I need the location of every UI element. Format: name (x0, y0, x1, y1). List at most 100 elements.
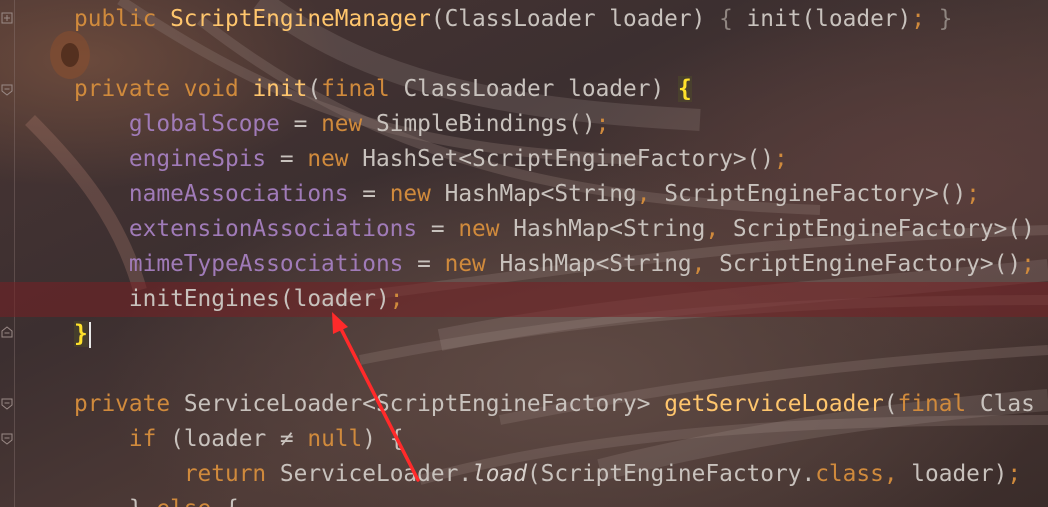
code-token: new (444, 251, 500, 277)
code-line-text: extensionAssociations = new HashMap<Stri… (74, 212, 1035, 247)
code-token: , (636, 181, 665, 207)
code-token: HashMap<String (499, 251, 692, 277)
code-token: new (458, 216, 514, 242)
code-token: else (156, 496, 225, 507)
code-line[interactable]: private void init(final ClassLoader load… (0, 72, 1048, 107)
code-token: { (677, 76, 692, 102)
code-token: HashSet<ScriptEngineFactory>() (362, 146, 774, 172)
code-token: = (417, 216, 459, 242)
code-line-text: globalScope = new SimpleBindings(); (74, 107, 609, 142)
code-line[interactable]: return ServiceLoader.load(ScriptEngineFa… (0, 457, 1048, 492)
code-token: new (389, 181, 445, 207)
code-token: extensionAssociations (128, 216, 418, 242)
code-token: Clas (979, 391, 1035, 417)
code-token: = (403, 251, 445, 277)
code-line[interactable]: } else { (0, 492, 1048, 507)
code-line-text: private ServiceLoader<ScriptEngineFactor… (74, 387, 1035, 422)
code-token: SimpleBindings() (375, 111, 596, 137)
code-token: ) { (362, 426, 404, 452)
code-line-text: public ScriptEngineManager(ClassLoader l… (74, 2, 952, 37)
code-line[interactable]: nameAssociations = new HashMap<String, S… (0, 177, 1048, 212)
code-token: ScriptEngineFactory>() (732, 216, 1035, 242)
code-token: , (691, 251, 720, 277)
code-token: ; (774, 146, 788, 172)
code-line[interactable] (0, 352, 1048, 387)
code-token: ; (1021, 251, 1035, 277)
code-token: final (897, 391, 980, 417)
code-token: (ScriptEngineFactory. (526, 461, 816, 487)
code-token: ; (389, 286, 404, 312)
code-line[interactable]: } (0, 317, 1048, 352)
code-token: if (128, 426, 171, 452)
code-token: return (183, 461, 280, 487)
highlighted-code-line[interactable]: initEngines(loader); (0, 282, 1048, 317)
code-token: mimeTypeAssociations (128, 251, 404, 277)
code-line-text: if (loader ≠ null) { (74, 422, 404, 457)
code-line[interactable]: if (loader ≠ null) { (0, 422, 1048, 457)
code-token: HashMap<String (513, 216, 706, 242)
code-line-text: private void init(final ClassLoader load… (74, 72, 692, 107)
code-token: HashMap<String (444, 181, 637, 207)
code-token: ScriptEngineManager (170, 6, 431, 32)
code-token: = (279, 111, 322, 137)
code-token: ScriptEngineFactory>() (719, 251, 1022, 277)
code-token: ; (595, 111, 610, 137)
code-line[interactable]: globalScope = new SimpleBindings(); (0, 107, 1048, 142)
code-token: loader) (911, 461, 1008, 487)
code-token: } (938, 6, 953, 32)
code-line[interactable]: extensionAssociations = new HashMap<Stri… (0, 212, 1048, 247)
code-line[interactable]: public ScriptEngineManager(ClassLoader l… (0, 2, 1048, 37)
code-token: class (815, 461, 884, 487)
code-token: public (74, 6, 171, 32)
code-line[interactable]: private ServiceLoader<ScriptEngineFactor… (0, 387, 1048, 422)
code-token: ; (966, 181, 980, 207)
code-token: , (883, 461, 912, 487)
code-token: final (321, 76, 404, 102)
code-token: load (472, 461, 527, 487)
code-token: } (74, 321, 88, 347)
code-token: new (307, 146, 363, 172)
code-token: , (705, 216, 733, 242)
code-token: = (348, 181, 390, 207)
code-token: (ClassLoader loader) (430, 6, 720, 32)
code-token: ( (307, 76, 322, 102)
code-line-text: } (74, 317, 91, 352)
code-token: engineSpis (128, 146, 267, 172)
code-token: new (321, 111, 376, 137)
code-token: { (719, 6, 747, 32)
code-token: ClassLoader loader) (403, 76, 678, 102)
code-line[interactable] (0, 37, 1048, 72)
code-line[interactable]: engineSpis = new HashSet<ScriptEngineFac… (0, 142, 1048, 177)
code-token: ; (911, 6, 939, 32)
code-token: globalScope (128, 111, 280, 137)
code-token: ScriptEngineFactory>() (664, 181, 967, 207)
code-line-text: nameAssociations = new HashMap<String, S… (74, 177, 980, 212)
code-token: ; (1007, 461, 1022, 487)
code-line[interactable]: mimeTypeAssociations = new HashMap<Strin… (0, 247, 1048, 282)
code-token: { (225, 496, 239, 507)
code-line-text: } else { (74, 492, 239, 507)
code-line-text: initEngines(loader); (74, 282, 404, 317)
code-token: private (74, 391, 184, 417)
text-caret (88, 321, 91, 348)
code-token: null (307, 426, 363, 452)
code-token: getServiceLoader (664, 391, 884, 417)
code-token: ServiceLoader. (279, 461, 473, 487)
code-line-text: engineSpis = new HashSet<ScriptEngineFac… (74, 142, 788, 177)
code-token: nameAssociations (128, 181, 349, 207)
code-token: initEngines(loader) (128, 286, 390, 312)
code-line-text: mimeTypeAssociations = new HashMap<Strin… (74, 247, 1035, 282)
code-token: ServiceLoader<ScriptEngineFactory> (183, 391, 665, 417)
code-editor[interactable]: public ScriptEngineManager(ClassLoader l… (0, 0, 1048, 507)
code-token: (loader ≠ (170, 426, 308, 452)
code-token: } (129, 496, 156, 507)
